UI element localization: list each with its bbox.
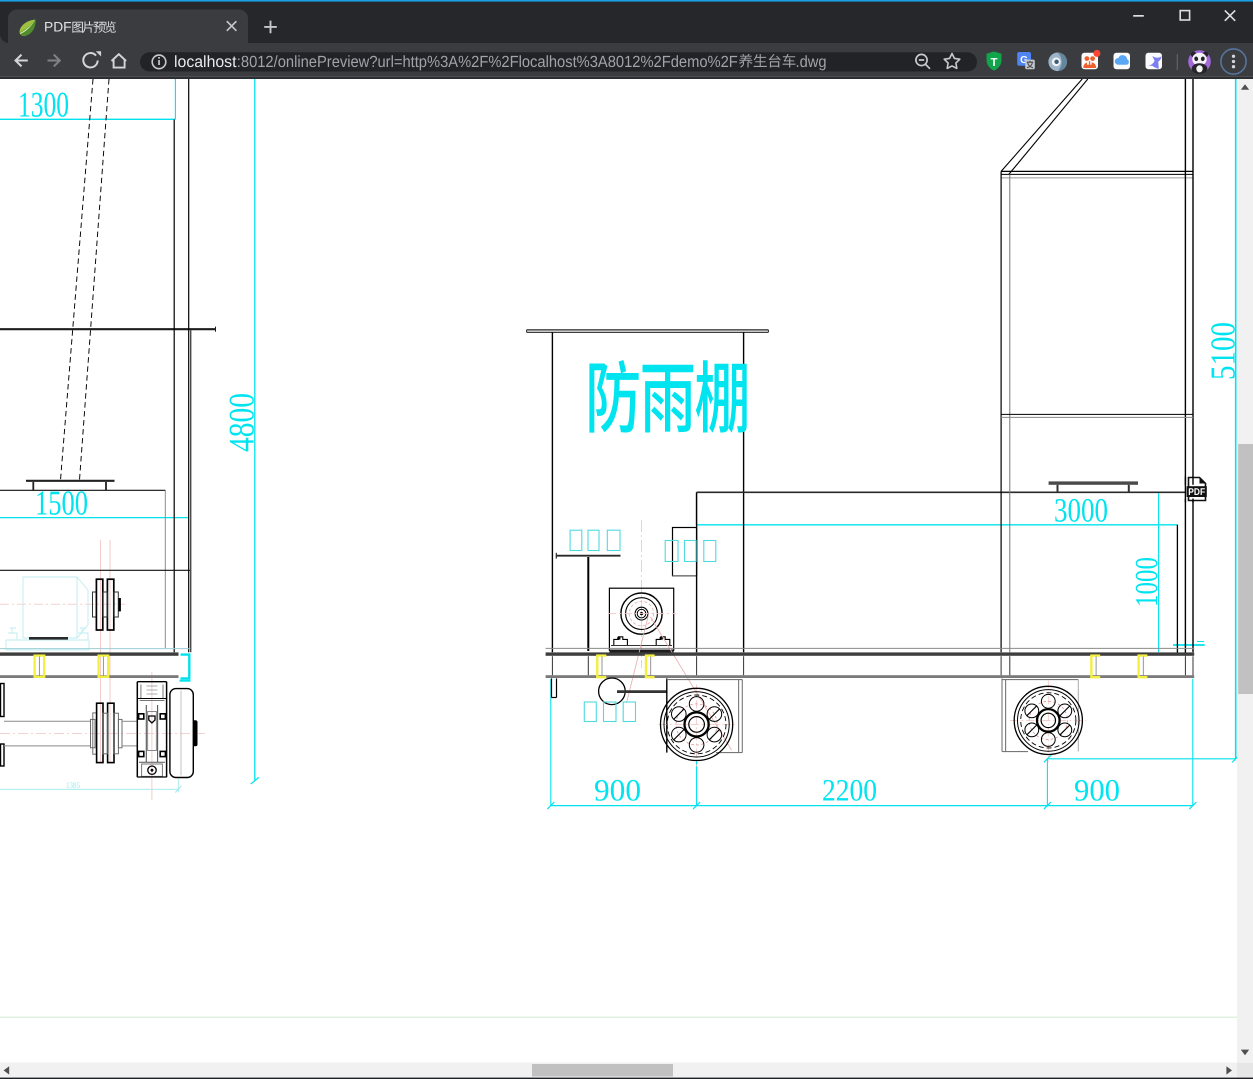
svg-text:1300: 1300 — [18, 85, 69, 125]
svg-text:1385: 1385 — [66, 780, 80, 790]
svg-text:1500: 1500 — [35, 484, 88, 523]
svg-text:900: 900 — [1074, 773, 1120, 808]
svg-text:900: 900 — [594, 773, 641, 808]
svg-text:.dwg: .dwg — [796, 53, 827, 71]
svg-text:4800: 4800 — [222, 393, 262, 452]
svg-text:T: T — [990, 57, 997, 69]
svg-text:1000: 1000 — [1128, 557, 1164, 607]
svg-text::8012/onlinePreview?url=http%3: :8012/onlinePreview?url=http%3A%2F%2Floc… — [237, 53, 738, 71]
svg-text:5100: 5100 — [1204, 322, 1243, 380]
svg-text:2200: 2200 — [822, 773, 877, 808]
svg-text:3000: 3000 — [1054, 493, 1108, 530]
svg-text:PDF: PDF — [44, 20, 72, 35]
svg-text:localhost: localhost — [174, 53, 237, 71]
svg-text:PDF: PDF — [1188, 487, 1205, 498]
